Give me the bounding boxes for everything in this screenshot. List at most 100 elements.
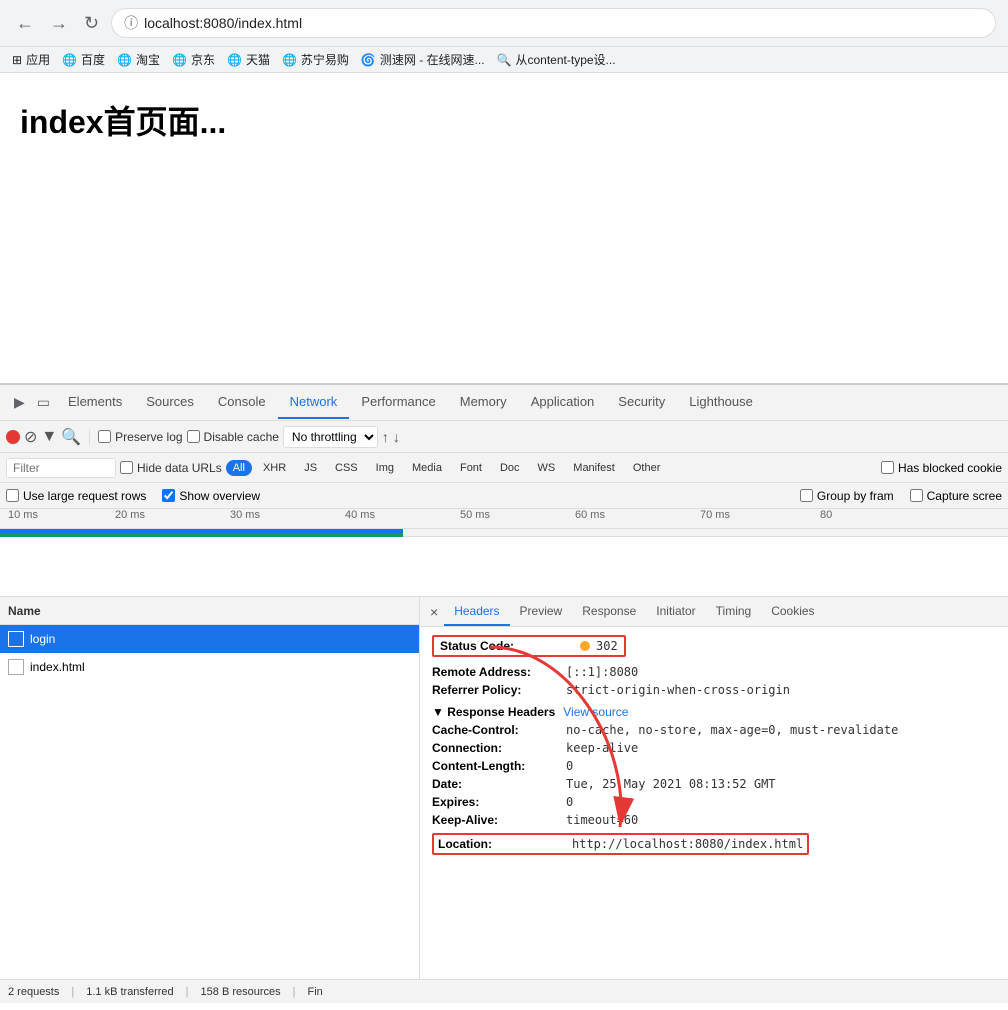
index-request-name: index.html — [30, 660, 85, 674]
speed-label: 测速网 - 在线网速... — [380, 51, 485, 68]
tab-sources[interactable]: Sources — [134, 386, 206, 419]
search-button[interactable]: 🔍 — [61, 427, 81, 447]
preserve-log-checkbox[interactable] — [98, 430, 111, 443]
expires-label: Expires: — [432, 795, 562, 809]
tab-application[interactable]: Application — [519, 386, 607, 419]
stop-button[interactable]: ⊘ — [24, 427, 37, 447]
capture-screen-option[interactable]: Capture scree — [910, 489, 1002, 503]
detail-tab-headers[interactable]: Headers — [444, 598, 509, 626]
large-rows-option[interactable]: Use large request rows — [6, 489, 146, 503]
resources-size: 158 B resources — [201, 986, 281, 998]
detail-tab-initiator[interactable]: Initiator — [646, 598, 705, 626]
finish-status: Fin — [308, 986, 323, 998]
detail-tab-preview[interactable]: Preview — [510, 598, 573, 626]
request-row-index[interactable]: index.html — [0, 653, 419, 681]
back-button[interactable]: ← — [12, 9, 38, 38]
preserve-log-label[interactable]: Preserve log — [98, 430, 182, 444]
tab-lighthouse[interactable]: Lighthouse — [677, 386, 765, 419]
tick-10ms: 10 ms — [8, 509, 38, 521]
tab-console[interactable]: Console — [206, 386, 278, 419]
filter-css[interactable]: CSS — [328, 459, 365, 477]
page-title: index首页面... — [20, 97, 988, 143]
detail-close-button[interactable]: × — [424, 602, 444, 622]
device-icon[interactable]: ▭ — [31, 390, 56, 415]
filter-input[interactable] — [6, 458, 116, 478]
separator — [89, 429, 90, 445]
large-rows-checkbox[interactable] — [6, 489, 19, 502]
filter-ws[interactable]: WS — [531, 459, 563, 477]
filter-other[interactable]: Other — [626, 459, 668, 477]
apps-icon: ⊞ — [12, 53, 22, 67]
baidu-icon: 🌐 — [62, 53, 77, 67]
content-type-label: 从content-type设... — [516, 51, 616, 68]
hide-data-urls-checkbox[interactable] — [120, 461, 133, 474]
connection-label: Connection: — [432, 741, 562, 755]
bookmark-speed[interactable]: 🌀 测速网 - 在线网速... — [361, 51, 485, 68]
tick-20ms: 20 ms — [115, 509, 145, 521]
detail-tab-response[interactable]: Response — [572, 598, 646, 626]
bookmark-suning[interactable]: 🌐 苏宁易购 — [282, 51, 349, 68]
group-by-frame-checkbox[interactable] — [800, 489, 813, 502]
throttle-select[interactable]: No throttling — [283, 426, 378, 448]
forward-button[interactable]: → — [46, 9, 72, 38]
browser-chrome: ← → ↻ ⓘ localhost:8080/index.html ⊞ 应用 🌐… — [0, 0, 1008, 73]
filter-font[interactable]: Font — [453, 459, 489, 477]
filter-media[interactable]: Media — [405, 459, 449, 477]
status-code-row: Status Code: 302 — [432, 635, 996, 661]
filter-manifest[interactable]: Manifest — [566, 459, 622, 477]
disable-cache-checkbox[interactable] — [187, 430, 200, 443]
login-file-icon — [8, 631, 24, 647]
cache-control-label: Cache-Control: — [432, 723, 562, 737]
filter-js[interactable]: JS — [297, 459, 324, 477]
bookmark-tmall[interactable]: 🌐 天猫 — [227, 51, 270, 68]
has-blocked-checkbox[interactable] — [881, 461, 894, 474]
devtools-main: Name login index.html × Headers Preview — [0, 597, 1008, 979]
filter-doc[interactable]: Doc — [493, 459, 527, 477]
filter-button[interactable]: ▼ — [41, 428, 57, 446]
has-blocked-cookies[interactable]: Has blocked cookie — [881, 461, 1002, 475]
date-value: Tue, 25 May 2021 08:13:52 GMT — [566, 777, 776, 791]
view-source-link[interactable]: View source — [563, 705, 628, 719]
bookmark-jd[interactable]: 🌐 京东 — [172, 51, 215, 68]
tab-security[interactable]: Security — [606, 386, 677, 419]
address-bar[interactable]: ⓘ localhost:8080/index.html — [111, 8, 996, 38]
hide-data-urls-label[interactable]: Hide data URLs — [120, 461, 222, 475]
bookmark-baidu[interactable]: 🌐 百度 — [62, 51, 105, 68]
tab-network[interactable]: Network — [278, 386, 350, 419]
group-by-frame-option[interactable]: Group by fram — [800, 489, 894, 503]
inspect-icon[interactable]: ▶ — [8, 390, 31, 415]
devtools-tabs: ▶ ▭ Elements Sources Console Network Per… — [0, 385, 1008, 421]
remote-address-label: Remote Address: — [432, 665, 562, 679]
request-row-login[interactable]: login — [0, 625, 419, 653]
record-button[interactable] — [6, 430, 20, 444]
filter-bar: Hide data URLs All XHR JS CSS Img Media … — [0, 453, 1008, 483]
tick-80ms: 80 — [820, 509, 832, 521]
bookmark-apps[interactable]: ⊞ 应用 — [12, 51, 50, 68]
detail-tab-timing[interactable]: Timing — [706, 598, 762, 626]
upload-button[interactable]: ↑ — [382, 429, 389, 445]
browser-toolbar: ← → ↻ ⓘ localhost:8080/index.html — [0, 0, 1008, 46]
show-overview-option[interactable]: Show overview — [162, 489, 260, 503]
reload-button[interactable]: ↻ — [80, 9, 103, 38]
tab-performance[interactable]: Performance — [349, 386, 447, 419]
bookmark-content-type[interactable]: 🔍 从content-type设... — [497, 51, 616, 68]
keep-alive-row: Keep-Alive: timeout=60 — [432, 813, 996, 827]
tick-50ms: 50 ms — [460, 509, 490, 521]
bookmark-taobao[interactable]: 🌐 淘宝 — [117, 51, 160, 68]
detail-tabs: × Headers Preview Response Initiator Tim… — [420, 597, 1008, 627]
tab-elements[interactable]: Elements — [56, 386, 134, 419]
filter-xhr[interactable]: XHR — [256, 459, 293, 477]
referrer-policy-label: Referrer Policy: — [432, 683, 562, 697]
keep-alive-value: timeout=60 — [566, 813, 638, 827]
tab-memory[interactable]: Memory — [448, 386, 519, 419]
filter-img[interactable]: Img — [369, 459, 401, 477]
disable-cache-label[interactable]: Disable cache — [187, 430, 279, 444]
filter-all[interactable]: All — [226, 460, 252, 476]
request-list-header: Name — [0, 597, 419, 625]
download-button[interactable]: ↓ — [393, 429, 400, 445]
capture-screen-checkbox[interactable] — [910, 489, 923, 502]
cache-control-row: Cache-Control: no-cache, no-store, max-a… — [432, 723, 996, 737]
requests-count: 2 requests — [8, 986, 59, 998]
show-overview-checkbox[interactable] — [162, 489, 175, 502]
detail-tab-cookies[interactable]: Cookies — [761, 598, 824, 626]
